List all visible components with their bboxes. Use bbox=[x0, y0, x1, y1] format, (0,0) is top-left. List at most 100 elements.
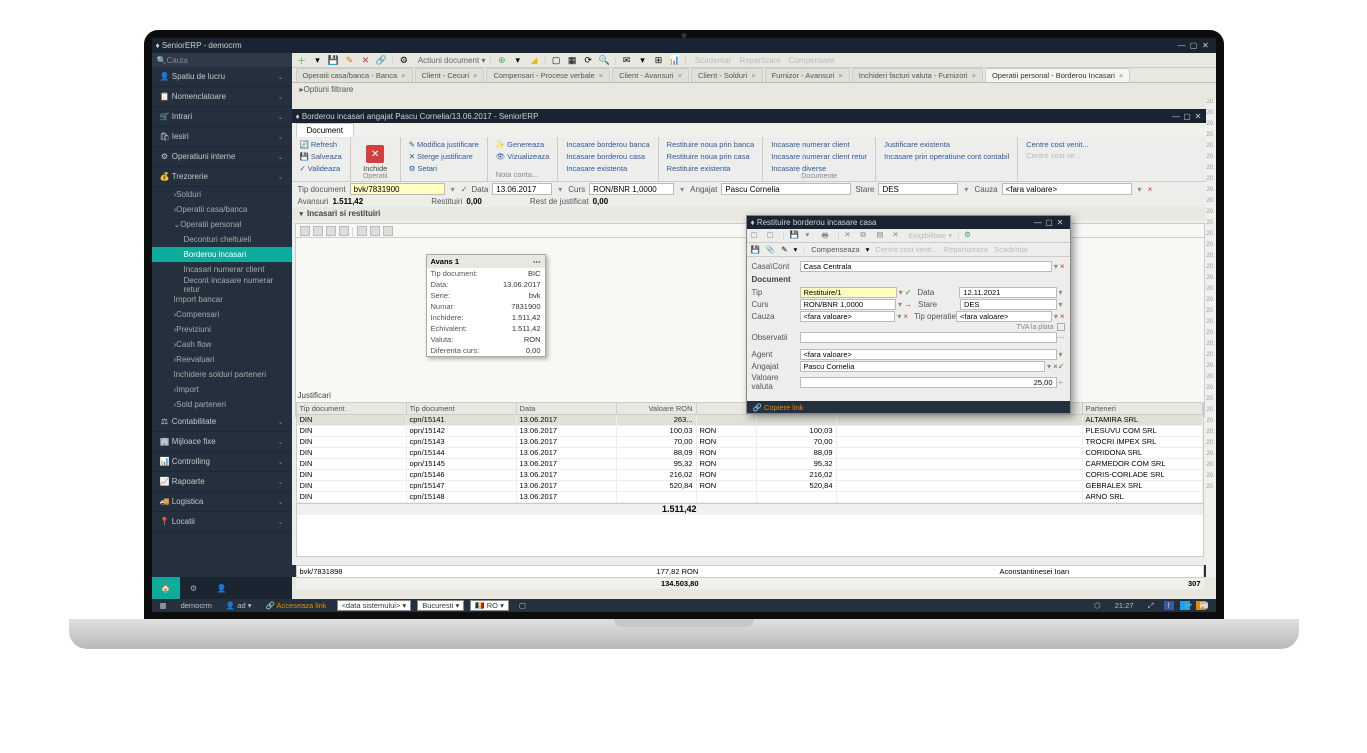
sidebar-item-controlling[interactable]: 📊 Controlling⌄ bbox=[152, 452, 292, 472]
table-row[interactable]: DINopn/1514513.06.201795,32RON95,32CARME… bbox=[297, 459, 1203, 470]
tab-0[interactable]: Operatii casa/banca - Banca× bbox=[296, 68, 413, 82]
sidebar-item-trezorerie[interactable]: 💰 Trezorerie⌄ bbox=[152, 167, 292, 187]
stare-field[interactable]: DES bbox=[878, 183, 958, 195]
tab-5[interactable]: Furnizor - Avansuri× bbox=[765, 68, 850, 82]
grid-icon[interactable]: ▦ bbox=[156, 601, 171, 610]
table-row[interactable]: DINcpn/1514113.06.2017263...ALTAMIRA SRL bbox=[297, 415, 1203, 426]
sidebar-item-contabilitate[interactable]: ⚖ Contabilitate⌄ bbox=[152, 412, 292, 432]
sidebar-sub-importbancar[interactable]: Import bancar bbox=[152, 292, 292, 307]
table-row[interactable]: DINcpn/1514813.06.2017ARNO SRL bbox=[297, 492, 1203, 503]
search-input[interactable]: 🔍 Cauta bbox=[152, 53, 292, 67]
save-icon[interactable]: 💾 bbox=[328, 54, 340, 66]
delete-icon[interactable]: ✕ bbox=[360, 54, 372, 66]
modal-data-field[interactable]: 12.11.2021 bbox=[959, 287, 1056, 298]
maximize-icon[interactable]: ▢ bbox=[1188, 41, 1200, 50]
modify-button[interactable]: ✎ Modifica justificare bbox=[409, 139, 479, 150]
docwin-maximize-icon[interactable]: ▢ bbox=[1182, 112, 1193, 121]
modal-stare-field[interactable]: DES bbox=[960, 299, 1057, 310]
table-row[interactable]: DINcpn/1514313.06.201770,00RON70,00TROCR… bbox=[297, 437, 1203, 448]
table-row[interactable]: DINcpn/1514413.06.201788,09RON88,09CORID… bbox=[297, 448, 1203, 459]
close-icon[interactable]: ✕ bbox=[1200, 41, 1212, 50]
tab-1[interactable]: Client - Cecuri× bbox=[415, 68, 485, 82]
gear-icon[interactable]: ⚙ bbox=[180, 577, 208, 599]
refresh-button[interactable]: 🔄 Refresh bbox=[300, 139, 342, 150]
sidebar-item-iesiri[interactable]: 🛍 Iesiri⌄ bbox=[152, 127, 292, 147]
sidebar-item-spatiu[interactable]: 👤 Spatiu de lucru⌄ bbox=[152, 67, 292, 87]
valoare-field[interactable]: 25,00 bbox=[800, 377, 1057, 388]
modal-angajat-field[interactable]: Pascu Cornelia bbox=[800, 361, 1046, 372]
cauza-field[interactable]: <fara valoare> bbox=[1002, 183, 1132, 195]
tool-icon[interactable]: ▾ bbox=[312, 54, 324, 66]
sidebar-sub-soldpart[interactable]: › Sold parteneri bbox=[152, 397, 292, 412]
validate-button[interactable]: ✓ Valideaza bbox=[300, 163, 342, 174]
docwin-minimize-icon[interactable]: — bbox=[1171, 112, 1182, 121]
person-icon[interactable]: 👤 bbox=[208, 577, 236, 599]
delete-justif-button[interactable]: ✕ Sterge justificare bbox=[409, 151, 479, 162]
modal-minimize-icon[interactable]: — bbox=[1033, 218, 1044, 227]
justificari-grid[interactable]: Tip document Tip document Data Valoare R… bbox=[296, 402, 1204, 557]
close-button[interactable]: ✕ Inchide bbox=[361, 143, 389, 175]
sidebar-sub-oppers[interactable]: ⌄ Operatii personal bbox=[152, 217, 292, 232]
tab-4[interactable]: Client - Solduri× bbox=[691, 68, 763, 82]
table-row[interactable]: DINcpn/1514713.06.2017520,84RON520,84GEB… bbox=[297, 481, 1203, 492]
sidebar-sub-opcasa[interactable]: › Operatii casa/banca bbox=[152, 202, 292, 217]
sidebar-sub-solduri[interactable]: › Solduri bbox=[152, 187, 292, 202]
modal-maximize-icon[interactable]: ▢ bbox=[1044, 218, 1055, 227]
sidebar-item-operatiuni[interactable]: ⚙ Operatiuni interne⌄ bbox=[152, 147, 292, 167]
new-icon[interactable]: ＋ bbox=[296, 54, 308, 66]
modal-cauza-field[interactable]: <fara valoare> bbox=[800, 311, 896, 322]
actions-dropdown[interactable]: Actiuni document ▾ bbox=[418, 56, 486, 65]
modal-close-icon[interactable]: ✕ bbox=[1055, 218, 1066, 227]
home-button[interactable]: 🏠 bbox=[152, 577, 180, 599]
docwin-tab[interactable]: Document bbox=[296, 123, 354, 137]
sidebar-sub-inchidere[interactable]: Inchidere solduri parteneri bbox=[152, 367, 292, 382]
link-icon[interactable]: 🔗 bbox=[376, 54, 388, 66]
sidebar-sub-import[interactable]: › Import bbox=[152, 382, 292, 397]
minimize-icon[interactable]: — bbox=[1176, 41, 1188, 50]
sidebar-item-intrari[interactable]: 🛒 Intrari⌄ bbox=[152, 107, 292, 127]
tip-document-field[interactable]: bvk/7831900 bbox=[350, 183, 445, 195]
popup-menu-icon[interactable]: ⋯ bbox=[533, 257, 541, 266]
sidebar-sub-compensari[interactable]: › Compensari bbox=[152, 307, 292, 322]
compenseaza-button[interactable]: Compenseaza bbox=[811, 245, 859, 254]
tab-2[interactable]: Compensari - Procese verbale× bbox=[486, 68, 610, 82]
sidebar-item-nomenclatoare[interactable]: 📋 Nomenclatoare⌄ bbox=[152, 87, 292, 107]
sidebar-sub-previziuni[interactable]: › Previziuni bbox=[152, 322, 292, 337]
sidebar-sub-deconturi[interactable]: Deconturi cheltuieli bbox=[152, 232, 292, 247]
table-row[interactable]: DINcpn/1514613.06.2017216,02RON216,02COR… bbox=[297, 470, 1203, 481]
agent-field[interactable]: <fara valoare> bbox=[800, 349, 1057, 360]
modal-copy-link[interactable]: 🔗 Copiere link bbox=[753, 403, 804, 412]
highlight-icon[interactable]: ◢ bbox=[528, 54, 540, 66]
mail-icon[interactable]: ✉ bbox=[621, 54, 633, 66]
visualize-button[interactable]: 👁 Vizualizeaza bbox=[496, 151, 550, 162]
gear-icon[interactable]: ⚙ bbox=[398, 54, 410, 66]
observatii-field[interactable] bbox=[800, 332, 1057, 343]
sidebar-item-logistica[interactable]: 🚚 Logistica⌄ bbox=[152, 492, 292, 512]
sidebar-sub-cashflow[interactable]: › Cash flow bbox=[152, 337, 292, 352]
star-icon[interactable]: ⊕ bbox=[496, 54, 508, 66]
tip-field[interactable]: Restituire/1 bbox=[800, 287, 897, 298]
gear-icon[interactable]: ⚙ bbox=[964, 230, 975, 241]
modal-curs-field[interactable]: RON/BNR 1,0000 bbox=[800, 299, 897, 310]
sidebar-sub-decontretur[interactable]: Decont incasare numerar retur bbox=[152, 277, 292, 292]
settings-button[interactable]: ⚙ Setari bbox=[409, 163, 479, 174]
table-row[interactable]: DINopn/1514213.06.2017100,03RON100,03PLE… bbox=[297, 426, 1203, 437]
tab-7[interactable]: Operatii personal - Borderou Incasari× bbox=[985, 68, 1130, 82]
sidebar-sub-borderou[interactable]: Borderou incasari bbox=[152, 247, 292, 262]
save-button[interactable]: 💾 Salveaza bbox=[300, 151, 342, 162]
casa-field[interactable]: Casa Centrala bbox=[800, 261, 1052, 272]
angajat-field[interactable]: Pascu Cornelia bbox=[721, 183, 851, 195]
sidebar-item-rapoarte[interactable]: 📈 Rapoarte⌄ bbox=[152, 472, 292, 492]
sidebar-item-locatii[interactable]: 📍 Locatii⌄ bbox=[152, 512, 292, 532]
tipop-field[interactable]: <fara valoare> bbox=[956, 311, 1052, 322]
sidebar-sub-reevaluari[interactable]: › Reevaluari bbox=[152, 352, 292, 367]
curs-field[interactable]: RON/BNR 1,0000 bbox=[589, 183, 674, 195]
filter-bar[interactable]: ▸ Optiuni filtrare bbox=[292, 83, 1216, 95]
sidebar-item-mijloace[interactable]: 🏢 Mijloace fixe⌄ bbox=[152, 432, 292, 452]
edit-icon[interactable]: ✎ bbox=[344, 54, 356, 66]
docwin-close-icon[interactable]: ✕ bbox=[1193, 112, 1204, 121]
data-field[interactable]: 13.06.2017 bbox=[492, 183, 552, 195]
generate-button[interactable]: ✨ Genereaza bbox=[496, 139, 550, 150]
tab-6[interactable]: Inchideri facturi valuta - Furnizori× bbox=[852, 68, 983, 82]
tab-3[interactable]: Client - Avansuri× bbox=[612, 68, 689, 82]
